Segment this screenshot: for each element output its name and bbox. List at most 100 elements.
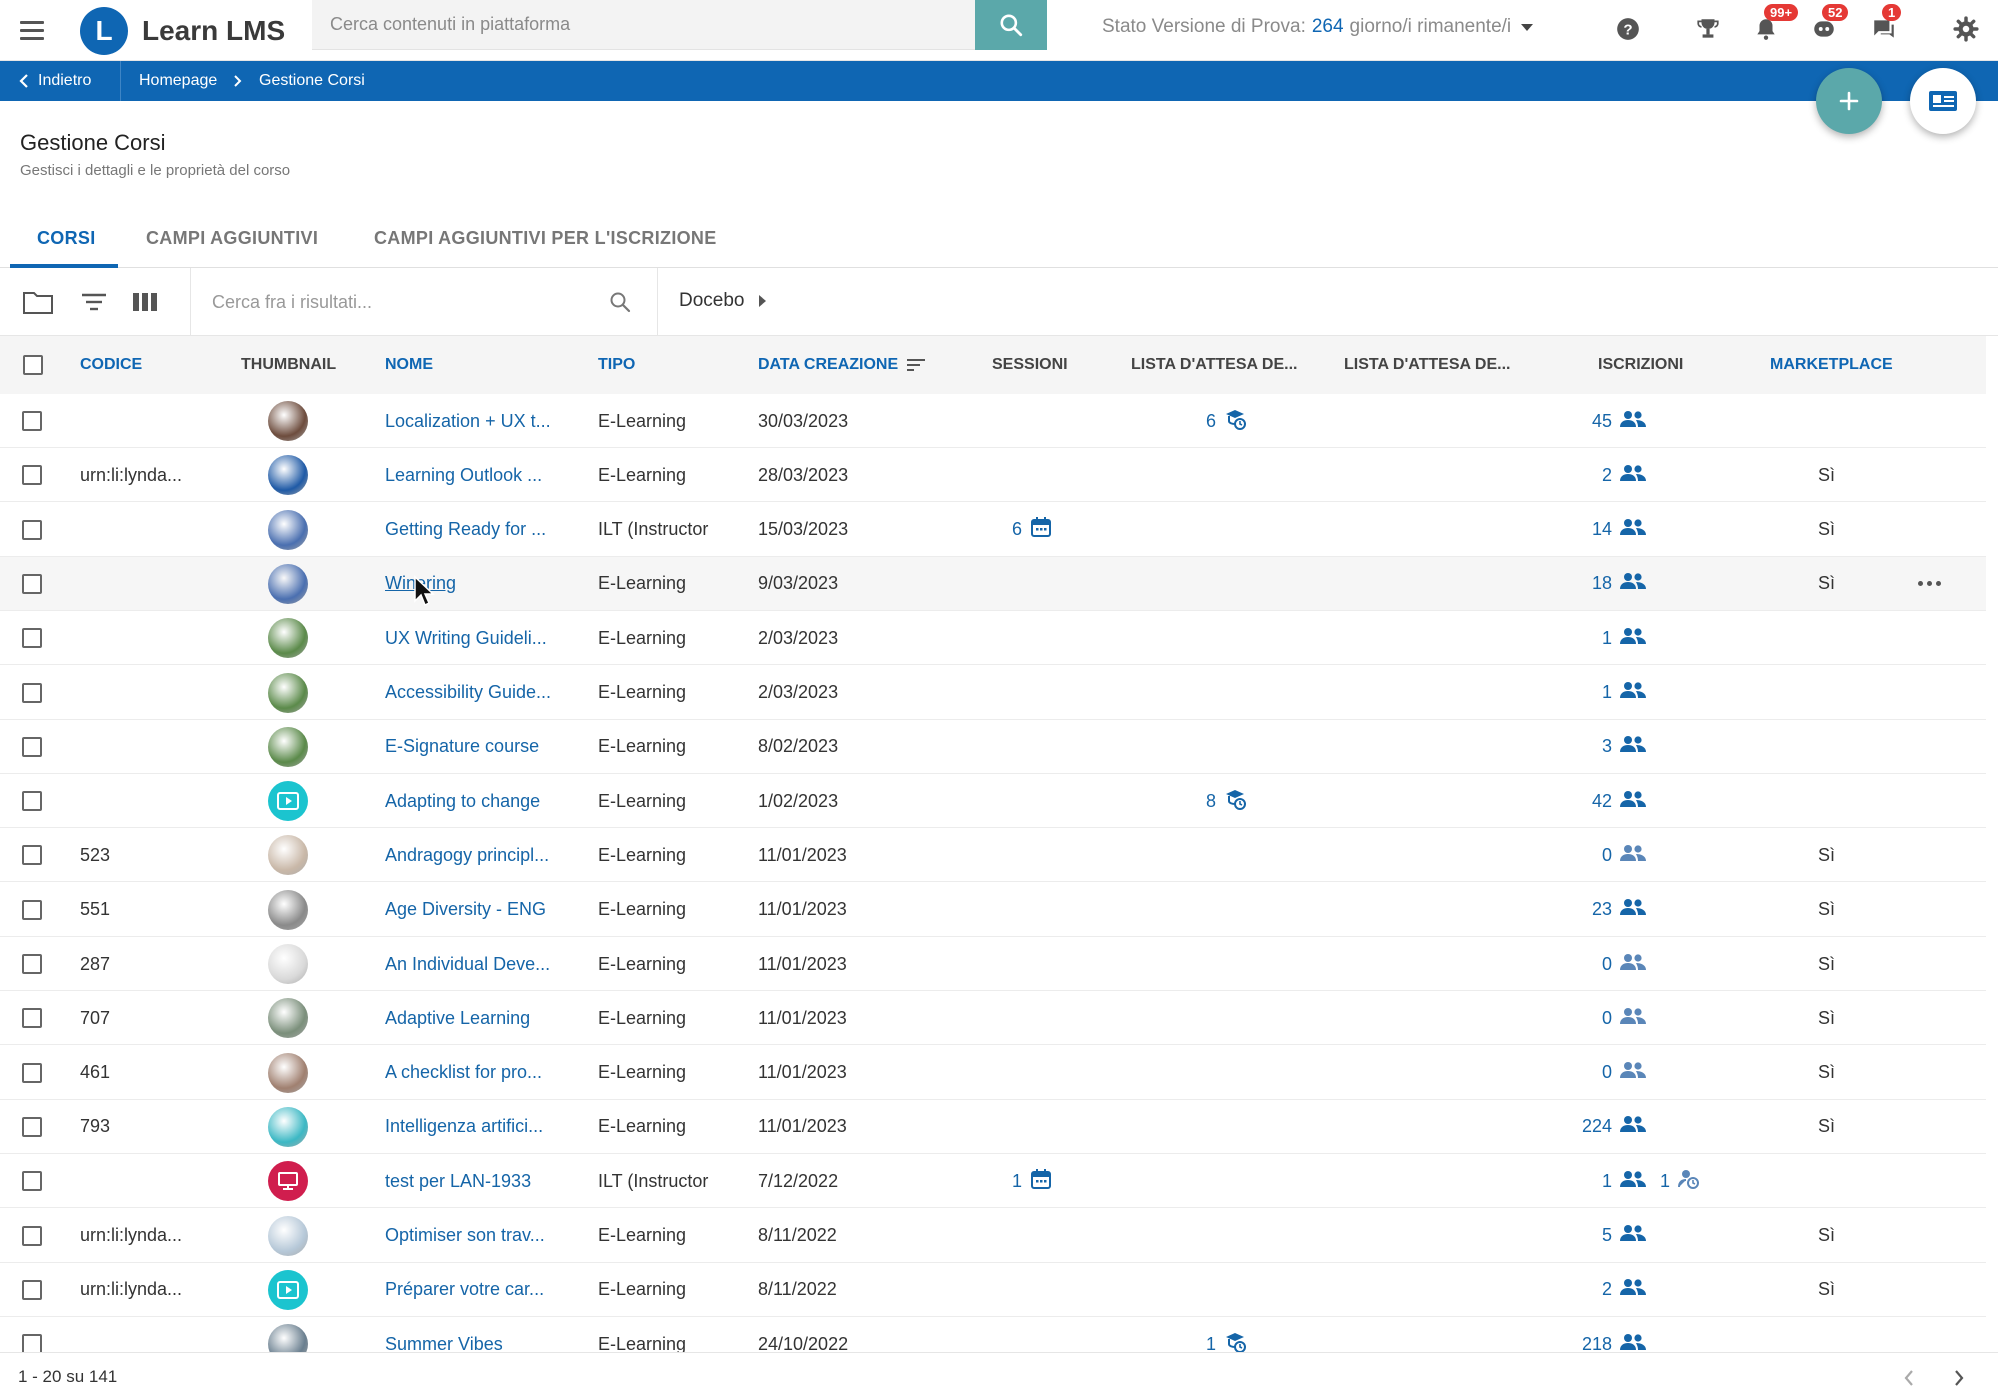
enrollments-count[interactable]: 42 bbox=[1560, 774, 1646, 828]
enrollments-count[interactable]: 1 bbox=[1560, 611, 1646, 665]
trial-status[interactable]: Stato Versione di Prova: 264 giorno/i ri… bbox=[1102, 16, 1534, 38]
table-row[interactable]: 793 Intelligenza artifici... E-Learning 11/… bbox=[0, 1100, 1986, 1154]
results-search-input[interactable] bbox=[212, 284, 632, 320]
row-checkbox[interactable] bbox=[22, 666, 42, 720]
app-logo[interactable]: L Learn LMS bbox=[80, 0, 310, 61]
row-checkbox[interactable] bbox=[22, 1100, 42, 1154]
enrollments-count[interactable]: 224 bbox=[1560, 1100, 1646, 1154]
enrollments-count[interactable]: 1 bbox=[1560, 666, 1646, 720]
select-all-checkbox[interactable] bbox=[23, 336, 43, 394]
waitlist-count[interactable]: 1 bbox=[1186, 1317, 1246, 1352]
row-checkbox[interactable] bbox=[22, 1317, 42, 1352]
tab-corsi[interactable]: CORSI bbox=[37, 208, 96, 268]
enrollments-count[interactable]: 218 bbox=[1560, 1317, 1646, 1352]
course-name-link[interactable]: Getting Ready for ... bbox=[385, 503, 546, 557]
course-name-link[interactable]: Adaptive Learning bbox=[385, 991, 530, 1045]
row-checkbox[interactable] bbox=[22, 828, 42, 882]
course-card-button[interactable] bbox=[1910, 68, 1976, 134]
enrollments-count[interactable]: 14 bbox=[1560, 503, 1646, 557]
enrollments-count[interactable]: 0 bbox=[1560, 828, 1646, 882]
enrollments-count[interactable]: 0 bbox=[1560, 937, 1646, 991]
row-checkbox[interactable] bbox=[22, 557, 42, 611]
breadcrumb-home[interactable]: Homepage bbox=[139, 61, 217, 101]
course-name-link[interactable]: Préparer votre car... bbox=[385, 1263, 544, 1317]
tab-campi-aggiuntivi-iscrizione[interactable]: CAMPI AGGIUNTIVI PER L'ISCRIZIONE bbox=[374, 208, 717, 268]
course-name-link[interactable]: Learning Outlook ... bbox=[385, 448, 542, 502]
table-row[interactable]: urn:li:lynda... Learning Outlook ... E-Lea… bbox=[0, 448, 1986, 503]
table-row[interactable]: 551 Age Diversity - ENG E-Learning 11/01/20… bbox=[0, 883, 1986, 937]
column-data-creazione[interactable]: DATA CREAZIONE bbox=[758, 336, 926, 394]
column-nome[interactable]: NOME bbox=[385, 336, 433, 394]
course-name-link[interactable]: Andragogy principl... bbox=[385, 828, 549, 882]
enrollments-count[interactable]: 18 bbox=[1560, 557, 1646, 611]
waitlist-count[interactable]: 6 bbox=[1186, 394, 1246, 448]
row-checkbox[interactable] bbox=[22, 611, 42, 665]
row-checkbox[interactable] bbox=[22, 1263, 42, 1317]
menu-icon[interactable] bbox=[20, 15, 50, 45]
course-name-link[interactable]: E-Signature course bbox=[385, 720, 539, 774]
sessions-count[interactable]: 1 bbox=[1012, 1154, 1052, 1208]
tab-campi-aggiuntivi[interactable]: CAMPI AGGIUNTIVI bbox=[146, 208, 318, 268]
row-checkbox[interactable] bbox=[22, 448, 42, 502]
course-name-link[interactable]: Summer Vibes bbox=[385, 1317, 503, 1352]
table-row[interactable]: 707 Adaptive Learning E-Learning 11/01/2023… bbox=[0, 991, 1986, 1046]
enrollments-count[interactable]: 5 bbox=[1560, 1209, 1646, 1263]
table-row[interactable]: test per LAN-1933 ILT (Instructor 7/12/202… bbox=[0, 1154, 1986, 1209]
enrollments-count[interactable]: 23 bbox=[1560, 883, 1646, 937]
filter-icon[interactable] bbox=[78, 288, 110, 316]
course-name-link[interactable]: Age Diversity - ENG bbox=[385, 883, 546, 937]
message-icon[interactable]: 1 bbox=[1868, 4, 1902, 45]
enrollments-count[interactable]: 2 bbox=[1560, 448, 1646, 502]
table-row[interactable]: Getting Ready for ... ILT (Instructor 15/0… bbox=[0, 503, 1986, 557]
course-name-link[interactable]: A checklist for pro... bbox=[385, 1046, 542, 1100]
row-checkbox[interactable] bbox=[22, 883, 42, 937]
column-marketplace[interactable]: MARKETPLACE bbox=[1770, 336, 1893, 394]
table-row[interactable]: WineringE-Learning9/03/202318Sì bbox=[0, 556, 1986, 611]
course-name-link[interactable]: Adapting to change bbox=[385, 774, 540, 828]
course-name-link[interactable]: UX Writing Guideli... bbox=[385, 611, 547, 665]
enrollments-count[interactable]: 0 bbox=[1560, 991, 1646, 1045]
course-name-link[interactable]: Intelligenza artifici... bbox=[385, 1100, 543, 1154]
bell-icon[interactable]: 99+ bbox=[1750, 4, 1799, 45]
row-checkbox[interactable] bbox=[22, 774, 42, 828]
next-page-button[interactable] bbox=[1946, 1365, 1972, 1391]
back-link[interactable]: Indietro bbox=[18, 61, 91, 101]
course-name-link[interactable]: An Individual Deve... bbox=[385, 937, 550, 991]
table-row[interactable]: Accessibility Guide... E-Learning 2/03/202… bbox=[0, 666, 1986, 720]
row-checkbox[interactable] bbox=[22, 1154, 42, 1208]
row-checkbox[interactable] bbox=[22, 1046, 42, 1100]
enrollments-count[interactable]: 0 bbox=[1560, 1046, 1646, 1100]
column-tipo[interactable]: TIPO bbox=[598, 336, 635, 394]
help-icon[interactable]: ? bbox=[1612, 13, 1644, 45]
global-search-button[interactable] bbox=[975, 0, 1047, 50]
course-name-link[interactable]: test per LAN-1933 bbox=[385, 1154, 531, 1208]
global-search-input[interactable] bbox=[312, 0, 975, 49]
enrollments-count[interactable]: 1 bbox=[1560, 1154, 1646, 1208]
enrollments-waiting-count[interactable]: 1 bbox=[1660, 1154, 1700, 1208]
row-checkbox[interactable] bbox=[22, 1209, 42, 1263]
course-name-link[interactable]: Optimiser son trav... bbox=[385, 1209, 545, 1263]
catalog-selector[interactable]: Docebo bbox=[679, 290, 766, 312]
enrollments-count[interactable]: 2 bbox=[1560, 1263, 1646, 1317]
settings-icon[interactable] bbox=[1950, 13, 1982, 45]
column-codice[interactable]: CODICE bbox=[80, 336, 142, 394]
prev-page-button[interactable] bbox=[1896, 1365, 1922, 1391]
course-name-link[interactable]: Localization + UX t... bbox=[385, 394, 551, 448]
enrollments-count[interactable]: 45 bbox=[1560, 394, 1646, 448]
row-checkbox[interactable] bbox=[22, 937, 42, 991]
sessions-count[interactable]: 6 bbox=[1012, 503, 1052, 557]
table-row[interactable]: UX Writing Guideli... E-Learning 2/03/2023… bbox=[0, 611, 1986, 666]
enrollments-count[interactable]: 3 bbox=[1560, 720, 1646, 774]
folder-icon[interactable] bbox=[22, 288, 54, 316]
row-checkbox[interactable] bbox=[22, 503, 42, 557]
row-more-icon[interactable] bbox=[1918, 557, 1941, 611]
row-checkbox[interactable] bbox=[22, 720, 42, 774]
course-name-link[interactable]: Accessibility Guide... bbox=[385, 666, 551, 720]
chat-bot-icon[interactable]: 52 bbox=[1808, 4, 1849, 45]
row-checkbox[interactable] bbox=[22, 991, 42, 1045]
table-row[interactable]: Localization + UX t... E-Learning 30/03/20… bbox=[0, 394, 1986, 448]
row-checkbox[interactable] bbox=[22, 394, 42, 448]
table-row[interactable]: urn:li:lynda... Optimiser son trav... E-Le… bbox=[0, 1209, 1986, 1263]
table-row[interactable]: 461 A checklist for pro... E-Learning 11/01… bbox=[0, 1046, 1986, 1100]
add-course-button[interactable] bbox=[1816, 68, 1882, 134]
